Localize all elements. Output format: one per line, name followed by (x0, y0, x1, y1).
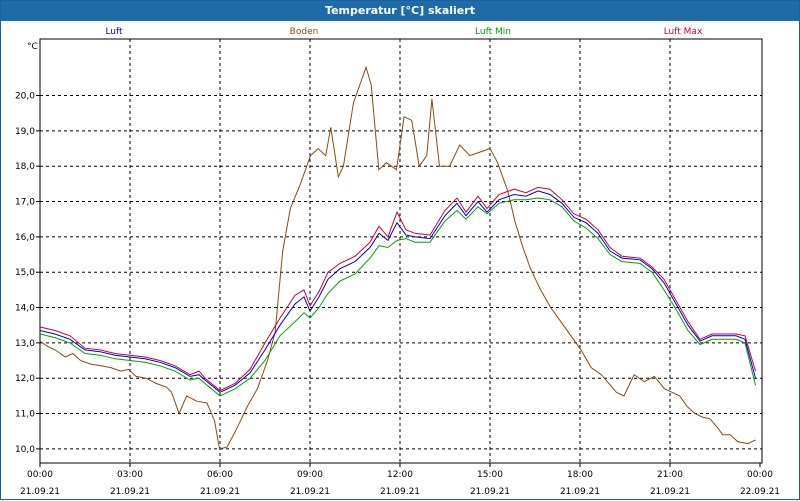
x-tick-time-label: 12:00 (387, 470, 413, 480)
series-line-luft (39, 190, 756, 393)
legend: Luft Boden Luft Min Luft Max (105, 27, 703, 37)
x-tick-time-label: 21:00 (657, 470, 683, 480)
x-axis: 00:00 21.09.21 03:00 21.09.21 06:00 21.09.21 0… (20, 463, 780, 497)
x-tick-date-label: 21.09.21 (20, 487, 60, 497)
x-tick-date-label: 21.09.21 (290, 487, 330, 497)
y-tick-label: 18,0 (15, 162, 35, 172)
x-tick-date-label: 21.09.21 (650, 487, 690, 497)
x-tick-time-label: 09:00 (297, 470, 323, 480)
y-axis-unit-label: °C (27, 42, 38, 52)
y-axis: 10,0 11,0 12,0 13,0 14,0 15,0 16,0 17,0 18,0 19,0… (15, 92, 40, 455)
y-tick-label: 10,0 (15, 445, 35, 455)
legend-entry: Luft (105, 27, 123, 37)
series-line-boden (39, 65, 756, 450)
chart-window: Temperatur [°C] skaliert Luft Boden Luft M… (0, 0, 800, 500)
series-line-luft-min (39, 197, 756, 397)
legend-entry: Luft Max (664, 27, 703, 37)
y-tick-label: 19,0 (15, 127, 35, 137)
series-line-luft-max (39, 186, 756, 392)
legend-entry: Boden (290, 27, 319, 37)
y-tick-label: 16,0 (15, 233, 35, 243)
y-tick-label: 12,0 (15, 374, 35, 384)
x-tick-time-label: 03:00 (117, 470, 143, 480)
x-tick-date-label: 21.09.21 (560, 487, 600, 497)
x-tick-time-label: 00:00 (27, 470, 53, 480)
y-tick-label: 11,0 (15, 410, 35, 420)
x-tick-date-label: 22.09.21 (740, 487, 780, 497)
grid (40, 39, 762, 463)
x-tick-date-label: 21.09.21 (380, 487, 420, 497)
y-tick-label: 20,0 (15, 92, 35, 102)
y-tick-label: 15,0 (15, 268, 35, 278)
x-tick-date-label: 21.09.21 (470, 487, 510, 497)
legend-entry: Luft Min (475, 27, 511, 37)
y-tick-label: 17,0 (15, 198, 35, 208)
x-tick-time-label: 00:00 (747, 470, 773, 480)
x-tick-date-label: 21.09.21 (200, 487, 240, 497)
x-tick-time-label: 15:00 (477, 470, 503, 480)
series-group (39, 65, 756, 450)
plot-area-border (39, 38, 763, 464)
x-tick-date-label: 21.09.21 (110, 487, 150, 497)
x-tick-time-label: 18:00 (567, 470, 593, 480)
y-tick-label: 14,0 (15, 304, 35, 314)
chart-svg: Luft Boden Luft Min Luft Max °C 10,0 11,0 12,… (15, 27, 780, 497)
y-tick-label: 13,0 (15, 339, 35, 349)
x-tick-time-label: 06:00 (207, 470, 233, 480)
